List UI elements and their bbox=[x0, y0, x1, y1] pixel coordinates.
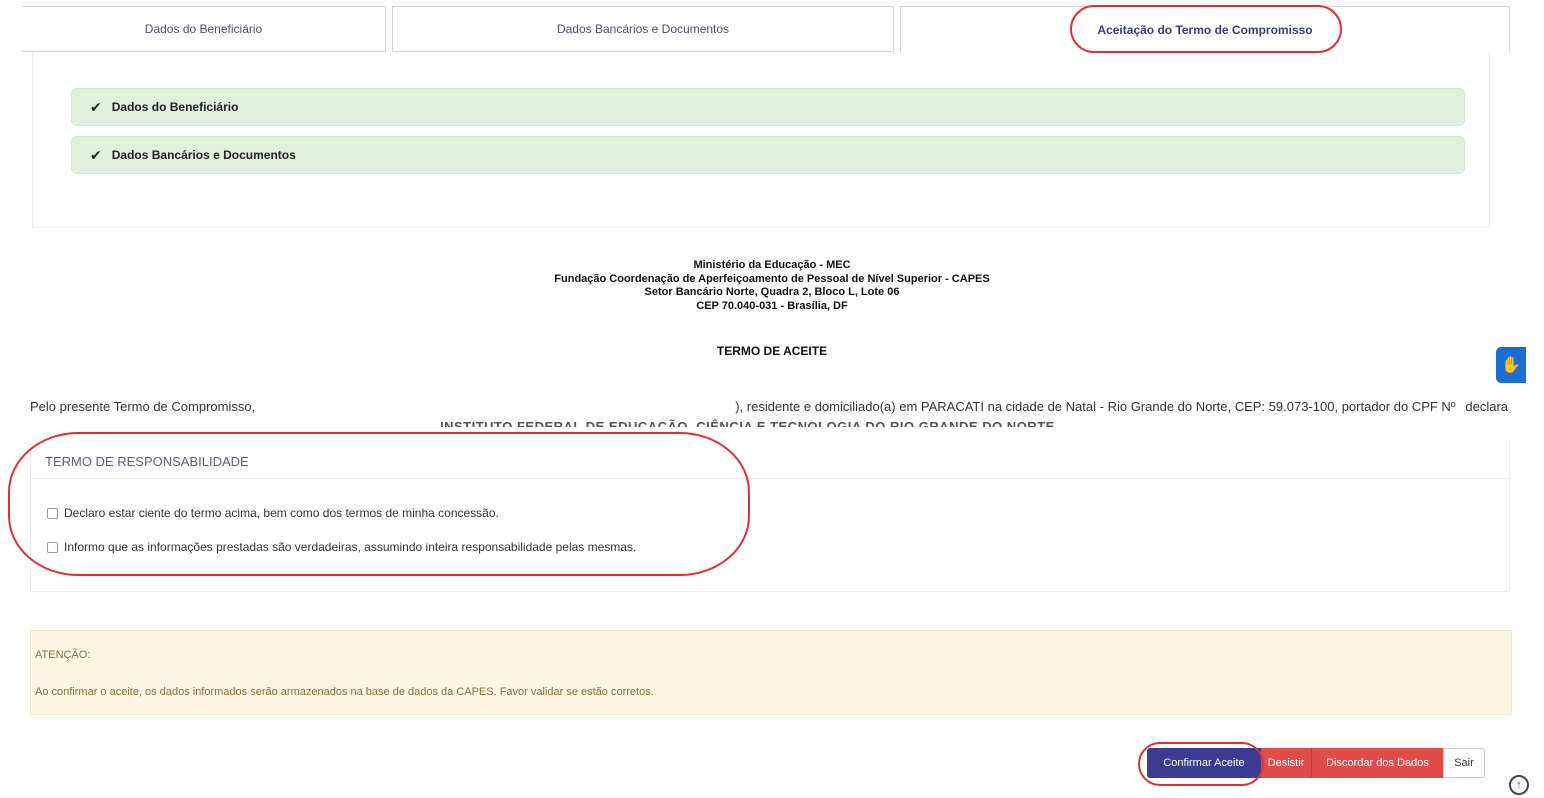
step-dados-bancarios: ✔ Dados Bancários e Documentos bbox=[71, 136, 1465, 174]
accessibility-icon[interactable]: ✋ bbox=[1496, 347, 1526, 383]
checkbox-label-verdadeiras: Informo que as informações prestadas são… bbox=[64, 540, 637, 554]
tab-bar: Dados do Beneficiário Dados Bancários e … bbox=[22, 6, 1510, 52]
body-part-3: Natal - Rio Grande do Norte, CEP: 59.073… bbox=[1065, 399, 1456, 414]
step-label: Dados Bancários e Documentos bbox=[111, 148, 296, 162]
body-part-2: ), residente e domiciliado(a) em PARACAT… bbox=[735, 399, 1063, 414]
tab-dados-beneficiario[interactable]: Dados do Beneficiário bbox=[22, 6, 386, 52]
check-icon: ✔ bbox=[90, 146, 102, 163]
step-label: Dados do Beneficiário bbox=[111, 100, 239, 114]
term-header: Ministério da Educação - MEC Fundação Co… bbox=[0, 259, 1544, 313]
divider bbox=[31, 478, 1511, 479]
sair-button[interactable]: Sair bbox=[1443, 748, 1485, 778]
arrow-up-circle-icon[interactable]: ↑ bbox=[1509, 775, 1529, 795]
step-dados-beneficiario: ✔ Dados do Beneficiário bbox=[71, 88, 1465, 126]
term-body: Pelo presente Termo de Compromisso, ), re… bbox=[30, 397, 1510, 427]
attention-alert: ATENÇÃO: Ao confirmar o aceite, os dados… bbox=[30, 630, 1512, 715]
checkbox-row-verdadeiras[interactable]: Informo que as informações prestadas são… bbox=[47, 540, 636, 554]
term-title: TERMO DE ACEITE bbox=[716, 344, 828, 358]
body-line-2: INSTITUTO FEDERAL DE EDUCAÇÃO, CIÊNCIA E… bbox=[440, 419, 1055, 427]
confirmar-aceite-button[interactable]: Confirmar Aceite bbox=[1147, 748, 1261, 778]
checkbox-ciente[interactable] bbox=[47, 507, 58, 519]
attention-text: Ao confirmar o aceite, os dados informad… bbox=[35, 686, 654, 698]
action-buttons: Confirmar Aceite Desistir Discordar dos … bbox=[1147, 748, 1485, 778]
responsibility-panel: TERMO DE RESPONSABILIDADE Declaro estar … bbox=[30, 440, 1511, 592]
body-part-4: declara bbox=[1465, 399, 1508, 414]
tab-aceitacao-termo[interactable]: Aceitação do Termo de Compromisso bbox=[900, 6, 1510, 52]
checkbox-label-ciente: Declaro estar ciente do termo acima, bem… bbox=[64, 506, 499, 520]
header-line-address: Setor Bancário Norte, Quadra 2, Bloco L,… bbox=[644, 286, 900, 298]
check-icon: ✔ bbox=[90, 98, 102, 115]
header-line-ministry: Ministério da Educação - MEC bbox=[693, 259, 851, 271]
attention-title: ATENÇÃO: bbox=[35, 649, 91, 661]
progress-panel: ✔ Dados do Beneficiário ✔ Dados Bancário… bbox=[32, 52, 1490, 228]
body-part-1: Pelo presente Termo de Compromisso, bbox=[30, 399, 256, 414]
checkbox-verdadeiras[interactable] bbox=[47, 541, 58, 553]
header-line-foundation: Fundação Coordenação de Aperfeiçoamento … bbox=[554, 272, 990, 285]
responsibility-title: TERMO DE RESPONSABILIDADE bbox=[45, 454, 249, 469]
checkbox-row-ciente[interactable]: Declaro estar ciente do termo acima, bem… bbox=[47, 506, 499, 520]
tab-dados-bancarios[interactable]: Dados Bancários e Documentos bbox=[392, 6, 894, 52]
header-line-cep: CEP 70.040-031 - Brasília, DF bbox=[696, 299, 848, 312]
desistir-button[interactable]: Desistir bbox=[1261, 748, 1311, 778]
discordar-dados-button[interactable]: Discordar dos Dados bbox=[1311, 748, 1443, 778]
